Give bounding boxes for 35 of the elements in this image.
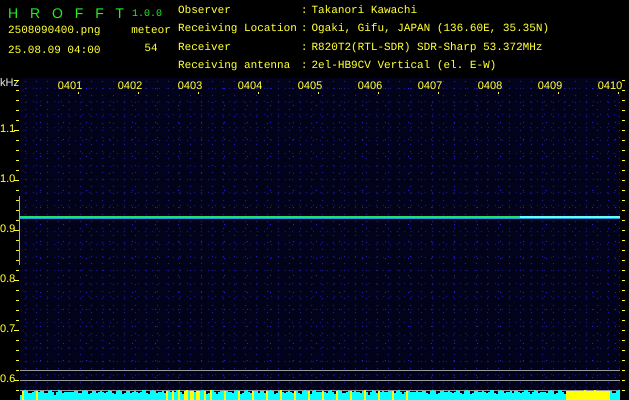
y-axis-label: 1.1 [0,124,16,135]
app-title: H R O F F T [8,5,128,21]
filename-label: 2508090400.png [8,25,100,37]
x-axis-label: 0408 [478,81,502,92]
x-axis-label: 0402 [118,81,142,92]
x-axis-label: 0410 [598,81,622,92]
x-axis-label: 0405 [298,81,322,92]
y-axis-label: 0.8 [0,274,16,285]
info-value: Takanori Kawachi [311,5,418,19]
x-axis-label: 0401 [58,81,82,92]
version-label: 1.0.0 [132,9,162,21]
meteor-count: 54 [144,43,158,55]
y-axis-label: 0.7 [0,324,16,335]
y-axis-label: 0.9 [0,224,16,235]
separator-label: : [300,5,308,19]
x-axis-label: 0409 [538,81,562,92]
y-axis-label: 0.6 [0,374,16,385]
x-axis-label: 0407 [418,81,442,92]
x-axis-label: 0406 [358,81,382,92]
x-axis-label: 0403 [178,81,202,92]
info-value: 2el-HB9CV Vertical (el. E-W) [311,60,498,74]
info-label: Receiving Location [178,23,297,38]
separator-label: : [300,60,308,74]
separator-label: : [300,42,308,56]
x-axis-label: 0404 [238,81,262,92]
timestamp-label: 25.08.09 04:00 [8,45,100,57]
info-label: Receiving antenna [178,60,292,74]
separator-label: : [300,23,308,38]
count-label: meteor [131,25,171,37]
y-axis-label: 1.0 [0,174,16,185]
range-marker [19,196,20,265]
info-label: Observer [178,5,232,19]
info-value: R820T2(RTL-SDR) SDR-Sharp 53.372MHz [311,42,544,56]
info-label: Receiver [178,42,232,56]
info-value: Ogaki, Gifu, JAPAN (136.60E, 35.35N) [311,23,550,38]
